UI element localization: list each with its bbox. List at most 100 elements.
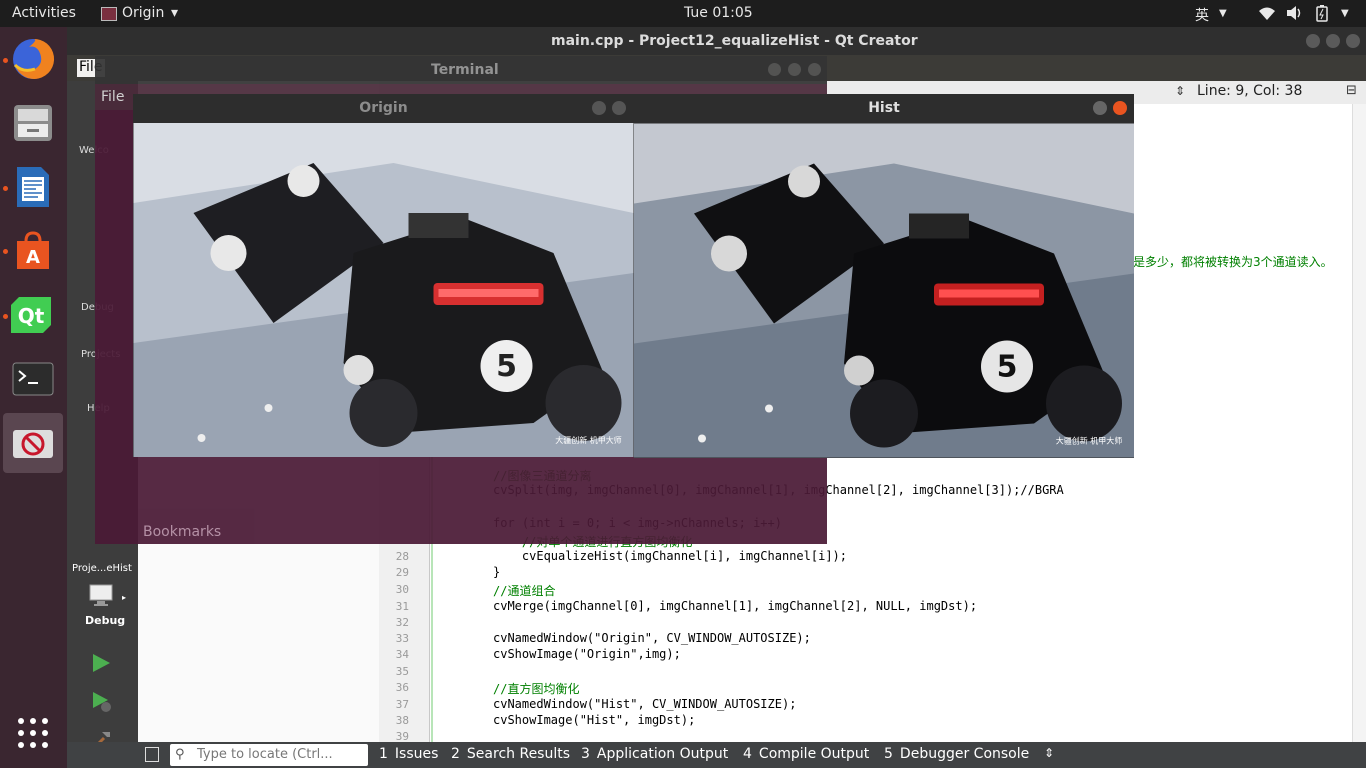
show-applications-icon[interactable]: [17, 717, 49, 753]
output-tab-label: Application Output: [596, 746, 729, 762]
qt-title-bar: main.cpp - Project12_equalizeHist - Qt C…: [67, 27, 1366, 55]
robot-photo: 5 大疆创新 机甲大师: [133, 123, 634, 457]
output-tab-label: Issues: [394, 746, 439, 762]
terminal-title-bar: Terminal: [95, 56, 827, 84]
menu-file[interactable]: File: [101, 89, 124, 105]
line-number: 33: [395, 632, 409, 645]
line-number: 30: [395, 583, 409, 596]
volume-icon[interactable]: [1285, 5, 1303, 25]
output-tab-number: 1: [379, 746, 388, 762]
close-button[interactable]: [612, 101, 626, 115]
hist-title-bar: Hist: [634, 94, 1134, 123]
status-bar: ⚲ Type to locate (Ctrl... 1 Issues 2 Search…: [67, 742, 1366, 768]
qt-creator-icon[interactable]: Qt: [9, 291, 57, 339]
running-indicator: [3, 186, 8, 191]
line-number: 32: [395, 616, 409, 629]
code-line: cvNamedWindow("Hist", CV_WINDOW_AUTOSIZE…: [493, 697, 797, 711]
output-tab-number: 3: [581, 746, 590, 762]
code-line: //通道组合: [493, 584, 556, 598]
terminal-icon[interactable]: [9, 355, 57, 403]
maximize-button[interactable]: [1326, 34, 1340, 48]
close-button[interactable]: [808, 63, 821, 76]
output-tab[interactable]: 3 Application Output: [581, 746, 728, 762]
toggle-sidebar-icon[interactable]: [145, 747, 159, 762]
hist-title: Hist: [868, 100, 900, 116]
output-tab-number: 5: [884, 746, 893, 762]
code-line: cvEqualizeHist(imgChannel[i], imgChannel…: [493, 549, 848, 563]
line-number: 37: [395, 698, 409, 711]
search-icon: ⚲: [175, 747, 185, 762]
locator-input[interactable]: ⚲ Type to locate (Ctrl...: [170, 744, 368, 766]
code-line: }: [493, 565, 501, 579]
line-number: 31: [395, 600, 409, 613]
watermark: 大疆创新 机甲大师: [1056, 436, 1123, 446]
app-menu[interactable]: Origin: [122, 5, 164, 21]
chevron-updown-icon[interactable]: ⇕: [1175, 84, 1185, 98]
output-tab[interactable]: 1 Issues: [379, 746, 438, 762]
output-tab[interactable]: 4 Compile Output: [743, 746, 869, 762]
code-line: cvShowImage("Origin",img);: [493, 647, 681, 661]
close-button[interactable]: [1346, 34, 1360, 48]
software-center-icon[interactable]: A: [9, 227, 57, 275]
hist-window[interactable]: Hist 5 大疆创新 机甲大师: [634, 94, 1134, 458]
locator-placeholder: Type to locate (Ctrl...: [197, 747, 333, 762]
line-number: 28: [395, 550, 409, 563]
line-number: 34: [395, 648, 409, 661]
code-comment-fragment: 是多少，都将被转换为3个通道读入。: [1133, 255, 1333, 269]
chevron-down-icon: ▼: [1219, 8, 1227, 19]
chevron-down-icon: ▾: [171, 5, 179, 21]
minimize-button[interactable]: [592, 101, 606, 115]
origin-window[interactable]: Origin 5 大疆创新 机甲大师: [133, 94, 634, 457]
window-title: main.cpp - Project12_equalizeHist - Qt C…: [551, 33, 918, 49]
dock: A Qt: [0, 27, 67, 768]
run-icon[interactable]: [91, 653, 111, 677]
chevron-right-icon: ▸: [122, 593, 127, 602]
input-method-indicator[interactable]: 英: [1195, 5, 1209, 25]
watermark: 大疆创新 机甲大师: [555, 435, 622, 445]
code-line: cvNamedWindow("Origin", CV_WINDOW_AUTOSI…: [493, 631, 811, 645]
chevron-updown-icon[interactable]: ⇕: [1044, 746, 1054, 760]
activities-button[interactable]: Activities: [12, 5, 76, 21]
maximize-button[interactable]: [788, 63, 801, 76]
origin-title-bar: Origin: [133, 94, 634, 123]
minimize-button[interactable]: [1093, 101, 1107, 115]
code-line: cvMerge(imgChannel[0], imgChannel[1], im…: [493, 599, 978, 613]
top-bar: Activities Origin ▾ Tue 01:05 英 ▼ ▼: [0, 0, 1366, 27]
line-number: 36: [395, 681, 409, 694]
output-tab-number: 4: [743, 746, 752, 762]
debug-run-icon[interactable]: [91, 691, 113, 717]
close-button[interactable]: [1113, 101, 1127, 115]
files-icon[interactable]: [9, 99, 57, 147]
opencv-window-icon[interactable]: [3, 413, 63, 473]
wifi-icon[interactable]: [1258, 5, 1276, 25]
line-number: 29: [395, 566, 409, 579]
output-tab[interactable]: 5 Debugger Console: [884, 746, 1029, 762]
robot-photo-equalized: 5 大疆创新 机甲大师: [634, 123, 1134, 458]
writer-icon[interactable]: [9, 163, 57, 211]
output-tab-label: Search Results: [466, 746, 571, 762]
build-config-label: Debug: [85, 614, 126, 627]
svg-text:A: A: [26, 247, 40, 268]
hist-image: 5 大疆创新 机甲大师: [634, 123, 1134, 458]
minimize-button[interactable]: [768, 63, 781, 76]
output-tab[interactable]: 2 Search Results: [451, 746, 570, 762]
battery-icon[interactable]: [1316, 5, 1328, 26]
monitor-icon[interactable]: [89, 584, 115, 612]
chevron-down-icon[interactable]: ▼: [1341, 8, 1349, 19]
cursor-position[interactable]: Line: 9, Col: 38: [1197, 83, 1302, 99]
clock[interactable]: Tue 01:05: [684, 5, 753, 21]
code-line: cvShowImage("Hist", imgDst);: [493, 713, 696, 727]
project-selector-label[interactable]: Proje...eHist: [72, 563, 132, 574]
output-tab-label: Compile Output: [758, 746, 870, 762]
robot-number: 5: [496, 349, 517, 384]
origin-title: Origin: [359, 100, 408, 116]
origin-image: 5 大疆创新 机甲大师: [133, 123, 634, 457]
split-icon[interactable]: ⊟: [1346, 83, 1357, 98]
vertical-scrollbar[interactable]: [1352, 104, 1366, 744]
minimize-button[interactable]: [1306, 34, 1320, 48]
firefox-icon[interactable]: [9, 35, 57, 83]
running-indicator: [3, 58, 8, 63]
line-number: 39: [395, 730, 409, 743]
line-number: 38: [395, 714, 409, 727]
code-line: //直方图均衡化: [493, 682, 580, 696]
